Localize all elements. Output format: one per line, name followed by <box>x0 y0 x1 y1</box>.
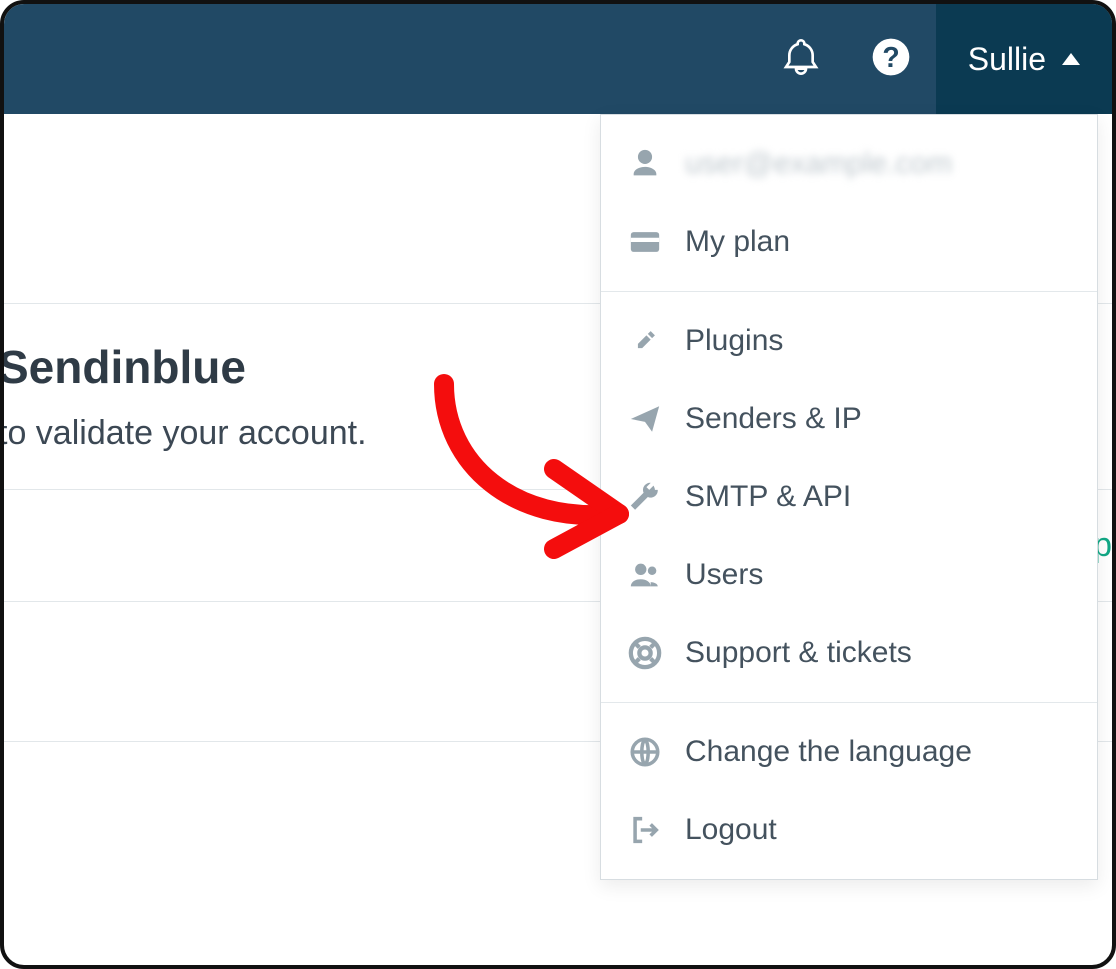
top-navbar: ? Sullie <box>4 4 1112 114</box>
logout-icon <box>627 812 663 848</box>
user-menu-toggle[interactable]: Sullie <box>936 4 1112 114</box>
svg-text:?: ? <box>882 42 899 74</box>
help-icon: ? <box>871 37 911 82</box>
menu-label: user@example.com <box>685 147 952 181</box>
menu-item-users[interactable]: Users <box>601 536 1097 614</box>
user-name: Sullie <box>968 41 1046 78</box>
menu-label: SMTP & API <box>685 480 851 514</box>
menu-item-smtp-api[interactable]: SMTP & API <box>601 458 1097 536</box>
user-dropdown: user@example.com My plan Plugins Sen <box>600 114 1098 880</box>
menu-item-senders-ip[interactable]: Senders & IP <box>601 380 1097 458</box>
menu-label: Change the language <box>685 735 972 769</box>
menu-item-support[interactable]: Support & tickets <box>601 614 1097 692</box>
caret-up-icon <box>1062 53 1080 65</box>
menu-item-plugins[interactable]: Plugins <box>601 302 1097 380</box>
lifebuoy-icon <box>627 635 663 671</box>
help-button[interactable]: ? <box>846 4 936 114</box>
menu-label: Senders & IP <box>685 402 862 436</box>
menu-item-account-email[interactable]: user@example.com <box>601 125 1097 203</box>
paper-plane-icon <box>627 401 663 437</box>
menu-label: Users <box>685 558 763 592</box>
menu-item-language[interactable]: Change the language <box>601 713 1097 791</box>
globe-icon <box>627 734 663 770</box>
card-icon <box>627 224 663 260</box>
wrench-icon <box>627 479 663 515</box>
plug-icon <box>627 323 663 359</box>
user-icon <box>627 146 663 182</box>
menu-item-my-plan[interactable]: My plan <box>601 203 1097 281</box>
menu-item-logout[interactable]: Logout <box>601 791 1097 869</box>
menu-label: My plan <box>685 225 790 259</box>
notifications-button[interactable] <box>756 4 846 114</box>
menu-label: Support & tickets <box>685 636 912 670</box>
menu-label: Logout <box>685 813 777 847</box>
users-icon <box>627 557 663 593</box>
menu-label: Plugins <box>685 324 783 358</box>
bell-icon <box>781 37 821 82</box>
